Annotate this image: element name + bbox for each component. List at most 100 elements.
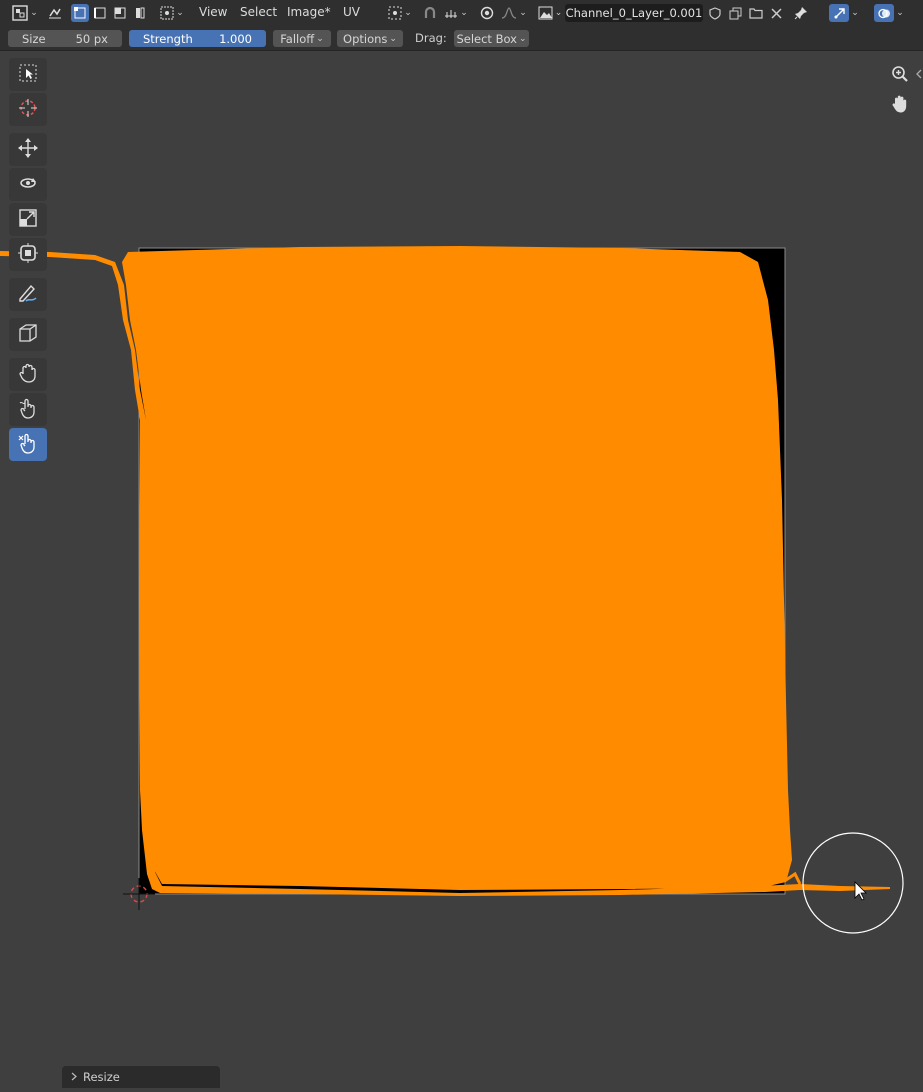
open-image-button[interactable] (746, 4, 766, 22)
uv-island[interactable] (0, 246, 890, 896)
zoom-icon (891, 65, 909, 83)
close-icon (770, 7, 782, 19)
menu-uv[interactable]: UV (343, 5, 360, 19)
tool-relax[interactable] (9, 393, 47, 426)
uv-canvas (0, 246, 904, 934)
size-value: 50 px (75, 31, 108, 46)
strength-label: Strength (143, 31, 193, 46)
face-select-icon[interactable] (111, 4, 129, 22)
snap-increment-icon (444, 6, 458, 20)
falloff-dropdown[interactable]: Falloff ⌄ (273, 30, 331, 47)
chevron-right-icon (71, 1070, 77, 1084)
menu-image[interactable]: Image* (287, 5, 331, 19)
last-operator-panel[interactable]: Resize (62, 1066, 220, 1088)
brush-circle (802, 832, 904, 934)
duplicate-icon (729, 7, 742, 20)
tool-annotate[interactable] (9, 278, 47, 311)
uv-viewport[interactable] (0, 51, 923, 1092)
drag-select-dropdown[interactable]: Select Box ⌄ (454, 30, 529, 47)
snap-target-dropdown[interactable]: ⌄ (442, 4, 470, 22)
grab-icon (18, 362, 38, 387)
gizmo-icon (829, 4, 850, 22)
pin-icon (794, 6, 808, 20)
menu-view[interactable]: View (199, 5, 227, 19)
move-icon (17, 137, 39, 162)
chevron-down-icon: ⌄ (176, 8, 184, 18)
pan-hand-icon (891, 94, 909, 114)
annotate-icon (17, 282, 39, 307)
select-box-icon (18, 63, 38, 86)
options-label: Options (343, 31, 388, 46)
image-icon (538, 6, 553, 20)
falloff-curve-dropdown[interactable]: ⌄ (499, 4, 529, 22)
strength-field[interactable]: Strength 1.000 (129, 30, 266, 47)
uv-editor-icon (12, 5, 28, 21)
chevron-down-icon: ⌄ (30, 8, 38, 18)
pivot-icon (388, 6, 402, 20)
fake-user-toggle[interactable] (706, 4, 724, 22)
edge-select-icon[interactable] (91, 4, 109, 22)
editor-header: ⌄ ⌄ View Select Image* UV ⌄ ⌄ ⌄ ⌄ Channe… (0, 0, 923, 26)
unlink-image-button[interactable] (767, 4, 785, 22)
size-field[interactable]: Size 50 px (8, 30, 122, 47)
pan-button[interactable] (888, 92, 912, 116)
browse-image-dropdown[interactable]: ⌄ (536, 4, 564, 22)
overlays-dropdown[interactable]: ⌄ (871, 4, 907, 22)
tool-rip-region[interactable] (9, 318, 47, 351)
chevron-left-icon (915, 69, 922, 79)
snap-toggle[interactable] (420, 4, 440, 22)
chevron-down-icon: ⌄ (519, 8, 527, 18)
scale-icon (18, 208, 38, 231)
overlays-icon (874, 4, 895, 22)
island-select-icon[interactable] (131, 4, 149, 22)
magnet-icon (423, 6, 437, 20)
last-operator-label: Resize (83, 1070, 120, 1084)
tool-rotate[interactable] (9, 168, 47, 201)
sync-icon (47, 5, 63, 21)
cursor-icon (17, 97, 39, 122)
tool-scale[interactable] (9, 203, 47, 236)
chevron-down-icon: ⌄ (896, 8, 904, 18)
tool-select-box[interactable] (9, 58, 47, 91)
falloff-label: Falloff (280, 31, 315, 46)
chevron-down-icon: ⌄ (389, 33, 397, 44)
image-name-field[interactable]: Channel_0_Layer_0.001 (565, 4, 703, 22)
editor-type-button[interactable]: ⌄ (10, 3, 40, 23)
relax-icon (17, 397, 39, 422)
chevron-down-icon: ⌄ (460, 8, 468, 18)
drag-value: Select Box (456, 31, 517, 46)
chevron-down-icon: ⌄ (851, 8, 859, 18)
proportional-edit-icon (480, 6, 494, 20)
selection-mode-group (70, 4, 150, 22)
tool-grab[interactable] (9, 358, 47, 391)
tool-transform[interactable] (9, 238, 47, 271)
zoom-button[interactable] (888, 62, 912, 86)
rip-region-icon (17, 322, 39, 347)
mouse-pointer-icon (854, 881, 867, 901)
drag-label: Drag: (415, 31, 447, 45)
menu-select[interactable]: Select (240, 5, 277, 19)
tool-cursor[interactable] (9, 93, 47, 126)
tool-move[interactable] (9, 133, 47, 166)
shield-icon (709, 6, 721, 20)
sticky-select-icon (160, 6, 174, 20)
gizmo-dropdown[interactable]: ⌄ (826, 4, 862, 22)
pinch-icon (17, 432, 39, 457)
pin-toggle[interactable] (791, 4, 811, 22)
sticky-selection-dropdown[interactable]: ⌄ (158, 4, 186, 22)
folder-icon (749, 7, 763, 19)
size-label: Size (22, 31, 46, 46)
rotate-icon (17, 172, 39, 197)
vertex-select-icon[interactable] (71, 4, 89, 22)
options-dropdown[interactable]: Options ⌄ (337, 30, 403, 47)
proportional-editing-toggle[interactable] (477, 4, 497, 22)
chevron-down-icon: ⌄ (404, 8, 412, 18)
pivot-point-dropdown[interactable]: ⌄ (386, 4, 414, 22)
chevron-down-icon: ⌄ (554, 8, 563, 18)
new-image-button[interactable] (726, 4, 744, 22)
sidebar-toggle[interactable] (914, 66, 923, 82)
tool-pinch[interactable] (9, 428, 47, 461)
transform-icon (17, 242, 39, 267)
falloff-curve-icon (501, 6, 517, 20)
sync-selection-toggle[interactable] (44, 4, 66, 22)
